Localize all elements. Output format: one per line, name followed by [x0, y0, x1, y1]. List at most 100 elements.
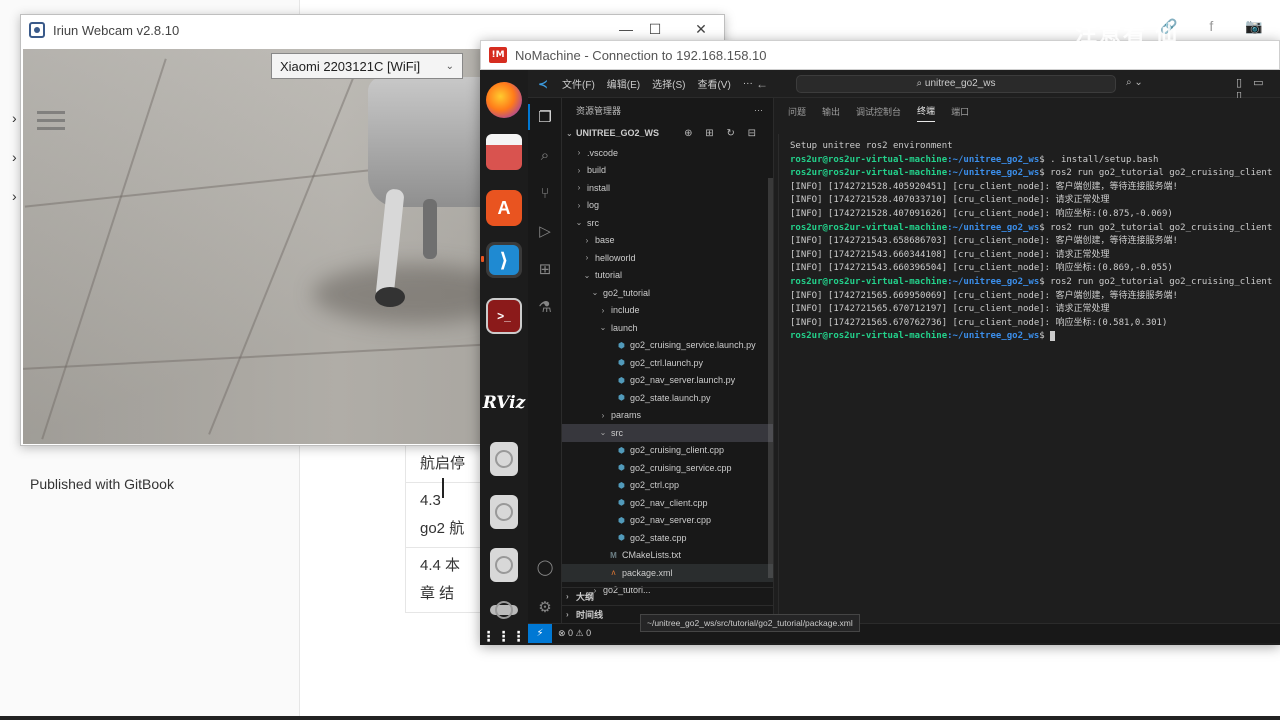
chevron-down-icon: ⌄ — [575, 218, 583, 228]
outline-section[interactable]: › 大纲 — [562, 587, 774, 604]
tab-problems[interactable]: 问题 — [788, 101, 806, 122]
toc-expand-icon[interactable]: › — [12, 149, 17, 165]
tree-item[interactable]: ⬢ go2_state.cpp — [562, 529, 773, 547]
copilot-icon[interactable]: ⌕ ⌄ — [1126, 77, 1143, 88]
panel-tabs: 问题 输出 调试控制台 终端 端口 — [774, 98, 1280, 124]
files-icon[interactable] — [486, 134, 522, 170]
toc-expand-icon[interactable]: › — [12, 110, 17, 126]
tree-item[interactable]: › install — [562, 179, 773, 197]
tree-item[interactable]: ⌄ launch — [562, 319, 773, 337]
vscode-icon[interactable]: ⟩ — [486, 242, 522, 278]
remote-indicator-button[interactable]: ⚡ — [528, 624, 552, 643]
tree-item[interactable]: ⬢ go2_cruising_client.cpp — [562, 442, 773, 460]
tree-item[interactable]: › base — [562, 232, 773, 250]
published-with-gitbook-link[interactable]: Published with GitBook — [30, 476, 174, 492]
tree-item[interactable]: › build — [562, 162, 773, 180]
rviz-icon[interactable]: RViz — [483, 385, 526, 421]
tree-item[interactable]: ⌄ go2_tutorial — [562, 284, 773, 302]
menu-edit[interactable]: 编辑(E) — [607, 76, 640, 91]
chevron-down-icon: ⌄ — [583, 270, 591, 280]
chevron-right-icon: › — [601, 305, 605, 315]
tree-item[interactable]: ⬢ go2_state.launch.py — [562, 389, 773, 407]
minimize-button[interactable]: — — [616, 21, 636, 37]
explorer-action-icons[interactable]: ⊕ ⊞ ↻ ⊟ — [684, 128, 761, 139]
tree-item[interactable]: › helloworld — [562, 249, 773, 267]
menu-selection[interactable]: 选择(S) — [652, 76, 685, 91]
command-center-search[interactable]: ⌕ unitree_go2_ws — [796, 75, 1116, 93]
tree-item[interactable]: ⬢ go2_nav_server.cpp — [562, 512, 773, 530]
settings-gear-icon[interactable]: ⚙ — [535, 598, 555, 618]
extensions-icon[interactable]: ⊞ — [535, 260, 555, 280]
chevron-right-icon: › — [585, 235, 589, 245]
menu-more[interactable]: ··· — [743, 78, 753, 89]
terminal-line: ros2ur@ros2ur-virtual-machine:~/unitree_… — [790, 154, 1278, 168]
tree-item[interactable]: › log — [562, 197, 773, 215]
device-select[interactable]: Xiaomi 2203121C [WiFi] ⌄ — [271, 53, 463, 79]
active-indicator — [528, 104, 530, 130]
file-type-icon: ⬢ — [618, 340, 625, 350]
prompt-path: :~/unitree_go2_ws — [947, 168, 1040, 179]
tree-item[interactable]: ʌ package.xml — [562, 564, 773, 582]
run-debug-icon[interactable]: ▷ — [535, 222, 555, 242]
explorer-more-icon[interactable]: ··· — [754, 105, 763, 115]
file-type-icon: ⬢ — [618, 480, 625, 490]
terminal-icon[interactable]: >_ — [486, 298, 522, 334]
tree-item[interactable]: ⌄ src — [562, 214, 773, 232]
menu-view[interactable]: 查看(V) — [697, 76, 730, 91]
terminal-output[interactable]: Setup unitree ros2 environment ros2ur@ros… — [790, 140, 1278, 344]
show-apps-icon[interactable]: ⋮⋮⋮ — [482, 628, 526, 644]
tree-item[interactable]: › params — [562, 407, 773, 425]
tab-debug-console[interactable]: 调试控制台 — [856, 101, 901, 122]
close-button[interactable]: ✕ — [691, 21, 711, 38]
tree-item[interactable]: ⌄ src — [562, 424, 773, 442]
chevron-down-icon: ⌄ — [445, 60, 454, 72]
tree-item[interactable]: ⬢ go2_cruising_service.cpp — [562, 459, 773, 477]
menu-file[interactable]: 文件(F) — [562, 76, 595, 91]
tree-item-label: go2_nav_client.cpp — [630, 497, 708, 508]
firefox-icon[interactable] — [486, 82, 522, 118]
explorer-icon[interactable]: ❐ — [535, 108, 555, 128]
tab-ports[interactable]: 端口 — [951, 101, 969, 122]
tree-item[interactable]: ⬢ go2_nav_server.launch.py — [562, 372, 773, 390]
tree-item[interactable]: ⬢ go2_nav_client.cpp — [562, 494, 773, 512]
app-store-icon[interactable]: A — [486, 190, 522, 226]
terminal-line: [INFO] [1742721565.670762736] [cru_clien… — [790, 317, 1278, 331]
testing-icon[interactable]: ⚗ — [535, 298, 555, 318]
tree-item[interactable]: ⬢ go2_cruising_service.launch.py — [562, 337, 773, 355]
robot-foot — [375, 287, 405, 307]
vscode-titlebar: ≺ 文件(F) 编辑(E) 选择(S) 查看(V) ··· ← → ⌕ unit… — [528, 70, 1280, 102]
ubuntu-dock: A ⟩ >_ RViz ⋮⋮⋮ — [480, 70, 528, 645]
terminal-line: [INFO] [1742721543.660344108] [cru_clien… — [790, 249, 1278, 263]
file-type-icon: ⬢ — [618, 393, 625, 403]
chevron-right-icon: › — [577, 200, 581, 210]
problems-status[interactable]: ⊗ 0 ⚠ 0 — [558, 628, 591, 639]
webcam-icon — [29, 22, 45, 38]
workspace-header[interactable]: ⌄ UNITREE_GO2_WS ⊕ ⊞ ↻ ⊟ — [562, 122, 773, 144]
file-type-icon: M — [610, 550, 617, 560]
tree-item[interactable]: › .vscode — [562, 144, 773, 162]
tree-item[interactable]: M CMakeLists.txt — [562, 547, 773, 565]
toc-item[interactable]: 航启停 — [405, 445, 485, 482]
disk-icon[interactable] — [490, 548, 518, 582]
search-icon[interactable]: ⌕ — [535, 146, 555, 166]
tree-item[interactable]: › include — [562, 302, 773, 320]
prompt-command: $ ros2 run go2_tutorial go2_cruising_cli… — [1039, 222, 1278, 233]
menu-icon[interactable] — [37, 111, 65, 135]
tree-item[interactable]: ⌄ tutorial — [562, 267, 773, 285]
toc-item[interactable]: 4.3 go2 航 — [405, 482, 485, 547]
tree-item[interactable]: ⬢ go2_ctrl.launch.py — [562, 354, 773, 372]
source-control-icon[interactable]: ⑂ — [535, 184, 555, 204]
disk-icon[interactable] — [490, 442, 518, 476]
toc-expand-icon[interactable]: › — [12, 188, 17, 204]
tab-output[interactable]: 输出 — [822, 101, 840, 122]
sidebar-scrollbar[interactable] — [768, 178, 773, 578]
disk-icon[interactable] — [490, 495, 518, 529]
tree-item[interactable]: ⬢ go2_ctrl.cpp — [562, 477, 773, 495]
account-icon[interactable]: ◯ — [535, 558, 555, 578]
toc-item[interactable]: 4.4 本章 结 — [405, 547, 485, 613]
maximize-button[interactable]: ☐ — [645, 21, 665, 38]
disk-icon[interactable] — [490, 605, 518, 615]
chevron-right-icon: › — [566, 609, 569, 619]
terminal-text: Setup unitree ros2 environment — [790, 141, 953, 151]
tab-terminal[interactable]: 终端 — [917, 100, 936, 122]
